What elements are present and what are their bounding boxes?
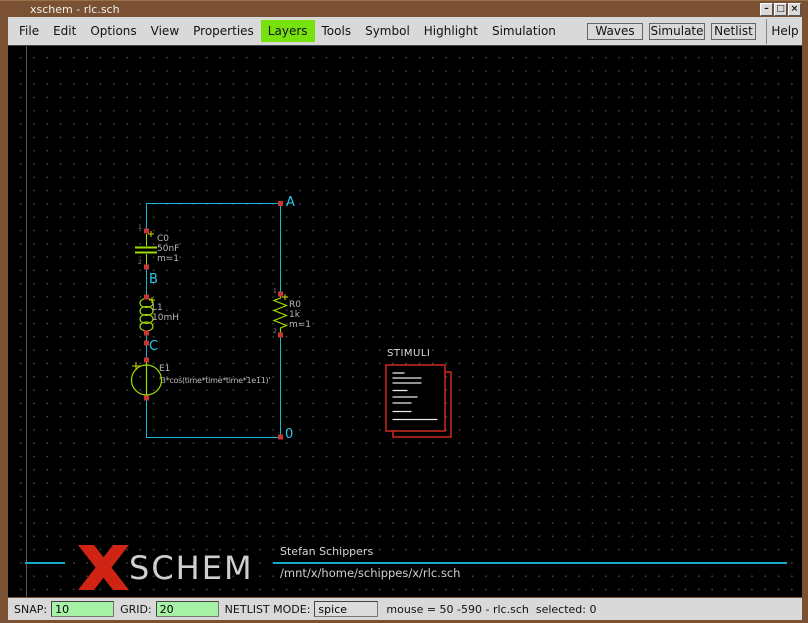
- menu-view[interactable]: View: [144, 20, 186, 42]
- snap-input[interactable]: [51, 601, 114, 617]
- snap-label: SNAP:: [14, 603, 47, 616]
- schematic-file-path: /mnt/x/home/schippes/x/rlc.sch: [280, 566, 460, 580]
- r0-mult-label: m=1: [289, 320, 311, 330]
- menubar: File Edit Options View Properties Layers…: [8, 17, 802, 46]
- menu-file[interactable]: File: [12, 20, 46, 42]
- c0-value-label: 50nF: [157, 244, 179, 254]
- waves-button[interactable]: Waves: [587, 23, 643, 40]
- close-button[interactable]: ×: [788, 3, 801, 16]
- xschem-logo-x-icon: [78, 545, 129, 590]
- menu-symbol[interactable]: Symbol: [358, 20, 417, 42]
- stimuli-label[interactable]: STIMULI: [387, 348, 430, 359]
- help-button[interactable]: Help: [768, 23, 802, 40]
- menu-options[interactable]: Options: [83, 20, 143, 42]
- c0-ref-label: C0: [157, 234, 169, 244]
- xschem-logo-text: SCHEM: [129, 550, 254, 586]
- menu-edit[interactable]: Edit: [46, 20, 83, 42]
- r0-pin2-number: 2: [273, 329, 277, 335]
- c0-pin2-number: 2: [138, 260, 142, 266]
- r0-pin1-number: 1: [273, 289, 277, 295]
- node-label-b[interactable]: B: [149, 273, 158, 286]
- menu-properties[interactable]: Properties: [186, 20, 261, 42]
- netlist-mode-input[interactable]: [314, 601, 378, 617]
- minimize-button[interactable]: –: [760, 3, 773, 16]
- menu-layers[interactable]: Layers: [261, 20, 315, 42]
- menu-tools[interactable]: Tools: [315, 20, 359, 42]
- schematic-canvas[interactable]: A B C 0 C0 50nF m=1 L1 10mH E1 '3*cos(ti…: [8, 46, 802, 597]
- simulate-button[interactable]: Simulate: [649, 23, 705, 40]
- grid-label: GRID:: [120, 603, 152, 616]
- node-label-c[interactable]: C: [149, 340, 158, 353]
- author-name: Stefan Schippers: [280, 545, 373, 558]
- r0-ref-label: R0: [289, 300, 301, 310]
- titlebar[interactable]: xschem - rlc.sch – □ ×: [0, 0, 808, 17]
- schematic-drawing: [8, 46, 802, 597]
- netlist-button[interactable]: Netlist: [711, 23, 756, 40]
- statusbar: SNAP: GRID: NETLIST MODE: mouse = 50 -59…: [8, 598, 802, 620]
- node-label-a[interactable]: A: [286, 196, 295, 209]
- maximize-button[interactable]: □: [774, 3, 787, 16]
- netlist-mode-label: NETLIST MODE:: [225, 603, 311, 616]
- menu-highlight[interactable]: Highlight: [417, 20, 485, 42]
- menu-simulation[interactable]: Simulation: [485, 20, 563, 42]
- node-label-0[interactable]: 0: [285, 428, 293, 441]
- menubar-divider: [766, 19, 767, 44]
- stimuli-icon[interactable]: [386, 365, 451, 437]
- grid-input[interactable]: [156, 601, 219, 617]
- mouse-status: mouse = 50 -590 - rlc.sch selected: 0: [386, 603, 596, 616]
- window-title: xschem - rlc.sch: [30, 3, 120, 16]
- l1-ref-label: L1: [152, 303, 163, 313]
- xschem-window: xschem - rlc.sch – □ × File Edit Options…: [0, 0, 808, 623]
- l1-value-label: 10mH: [152, 313, 179, 323]
- c0-mult-label: m=1: [157, 254, 179, 264]
- r0-value-label: 1k: [289, 310, 300, 320]
- e1-expression-label: '3*cos(time*time*time*1e11)': [159, 376, 270, 385]
- c0-pin1-number: 1: [138, 225, 142, 231]
- e1-ref-label: E1: [159, 364, 170, 374]
